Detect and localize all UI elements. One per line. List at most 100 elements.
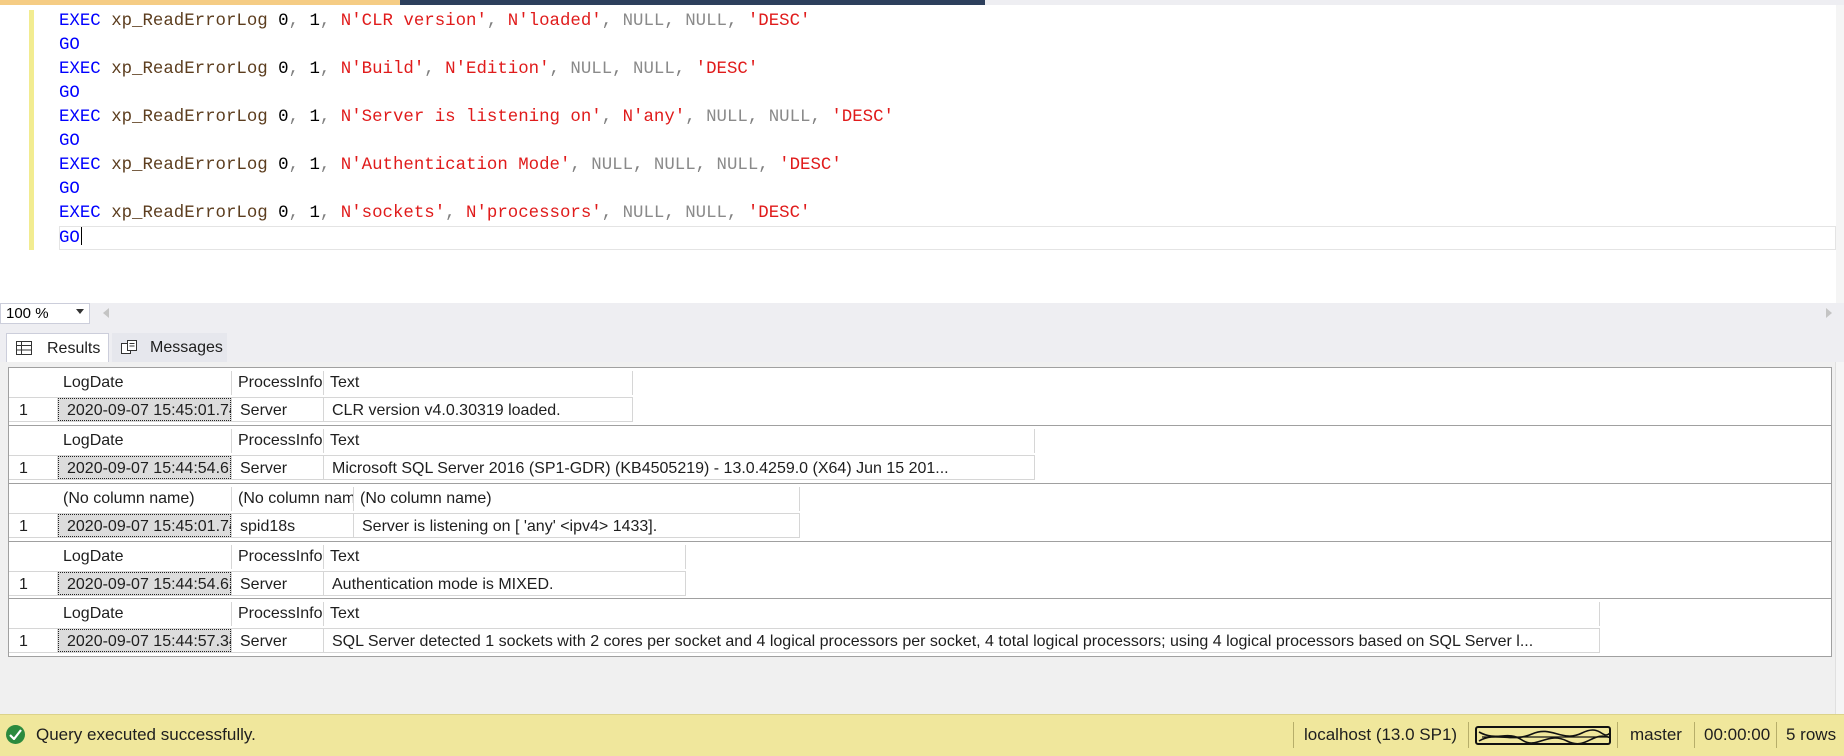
status-message: Query executed successfully.: [36, 725, 256, 744]
code-line[interactable]: EXEC xp_ReadErrorLog 0, 1, N'Build', N'E…: [59, 58, 1836, 82]
code-token: ,: [664, 12, 686, 31]
column-header[interactable]: Text: [324, 371, 633, 395]
editor-zoom-bar: 100 %: [0, 303, 1844, 324]
column-header[interactable]: ProcessInfo: [232, 371, 324, 395]
code-line[interactable]: EXEC xp_ReadErrorLog 0, 1, N'Server is l…: [59, 106, 1836, 130]
column-header[interactable]: Text: [324, 545, 686, 569]
grid-cell[interactable]: 2020-09-07 15:44:54.620: [57, 571, 232, 596]
column-header[interactable]: ProcessInfo: [232, 602, 324, 626]
grid-cell[interactable]: Server is listening on [ 'any' <ipv4> 14…: [354, 513, 800, 538]
scroll-left-icon[interactable]: [103, 308, 109, 318]
chevron-down-icon[interactable]: [76, 309, 84, 314]
grid-cell[interactable]: spid18s: [232, 513, 354, 538]
code-token: ,: [319, 156, 341, 175]
code-token: ,: [319, 108, 341, 127]
code-token: xp_ReadErrorLog: [111, 12, 268, 31]
grid-cell[interactable]: Server: [232, 571, 324, 596]
code-token: N'Edition': [445, 60, 550, 79]
code-token: N'processors': [466, 204, 602, 223]
code-token: ,: [674, 60, 696, 79]
code-token: 0: [267, 108, 289, 127]
code-token: ,: [664, 204, 686, 223]
grid-cell[interactable]: Authentication mode is MIXED.: [324, 571, 686, 596]
scroll-right-icon[interactable]: [1826, 308, 1832, 318]
code-token: ,: [424, 60, 446, 79]
zoom-select[interactable]: 100 %: [0, 303, 90, 324]
code-token: ,: [612, 60, 634, 79]
column-header[interactable]: LogDate: [57, 371, 232, 395]
code-token: ,: [601, 108, 623, 127]
column-header[interactable]: Text: [324, 602, 1600, 626]
code-token: ,: [319, 60, 341, 79]
row-number[interactable]: 1: [9, 397, 57, 422]
grid-cell[interactable]: 2020-09-07 15:45:01.740: [57, 513, 232, 538]
column-header[interactable]: (No column name): [354, 487, 800, 511]
grid-cell[interactable]: CLR version v4.0.30319 loaded.: [324, 397, 633, 422]
code-line[interactable]: EXEC xp_ReadErrorLog 0, 1, N'sockets', N…: [59, 202, 1836, 226]
grid-cell[interactable]: 2020-09-07 15:44:54.610: [57, 455, 232, 480]
grid-cell[interactable]: Server: [232, 397, 324, 422]
code-line[interactable]: GO: [59, 34, 1836, 58]
status-bar: Query executed successfully. localhost (…: [0, 714, 1844, 756]
column-header[interactable]: (No column name): [232, 487, 354, 511]
code-token: NULL: [768, 108, 811, 127]
grid-cell[interactable]: Microsoft SQL Server 2016 (SP1-GDR) (KB4…: [324, 455, 1035, 480]
grid-cell[interactable]: 2020-09-07 15:44:57.340: [57, 628, 232, 653]
status-server: localhost (13.0 SP1): [1304, 725, 1458, 744]
code-line[interactable]: EXEC xp_ReadErrorLog 0, 1, N'CLR version…: [59, 10, 1836, 34]
column-header[interactable]: LogDate: [57, 429, 232, 453]
column-header[interactable]: LogDate: [57, 545, 232, 569]
column-header[interactable]: ProcessInfo: [232, 429, 324, 453]
tab-results[interactable]: Results: [6, 333, 109, 362]
result-grid[interactable]: LogDate ProcessInfo Text 1 2020-09-07 15:44:…: [8, 541, 1832, 600]
grid-cell[interactable]: Server: [232, 628, 324, 653]
row-number[interactable]: 1: [9, 628, 57, 653]
column-header[interactable]: LogDate: [57, 602, 232, 626]
row-number[interactable]: 1: [9, 513, 57, 538]
code-area[interactable]: EXEC xp_ReadErrorLog 0, 1, N'CLR version…: [59, 10, 1836, 250]
result-grid[interactable]: (No column name)(No column name)(No colu…: [8, 483, 1832, 542]
row-number[interactable]: 1: [9, 455, 57, 480]
column-header[interactable]: (No column name): [57, 487, 232, 511]
pane-splitter[interactable]: [0, 324, 1844, 332]
code-token: EXEC: [59, 156, 101, 175]
code-token: 'DESC': [779, 156, 842, 175]
column-header[interactable]: Text: [324, 429, 1035, 453]
result-grid[interactable]: LogDate ProcessInfo Text 1 2020-09-07 15:44:…: [8, 598, 1832, 657]
code-token: 1: [309, 108, 320, 127]
grid-cell[interactable]: Server: [232, 455, 324, 480]
code-token: 0: [267, 60, 289, 79]
results-vertical-scrollbar[interactable]: [1835, 362, 1844, 714]
result-grid[interactable]: LogDate ProcessInfo Text 1 2020-09-07 15:44:…: [8, 425, 1832, 484]
result-grid[interactable]: LogDate ProcessInfo Text 1 2020-09-07 15:45:…: [8, 367, 1832, 426]
editor-margin: [0, 5, 26, 303]
code-line[interactable]: GO: [59, 226, 1836, 250]
code-line[interactable]: GO: [59, 178, 1836, 202]
code-token: xp_ReadErrorLog: [111, 60, 268, 79]
code-token: ,: [601, 204, 623, 223]
code-token: N'sockets': [340, 204, 446, 223]
zoom-value: 100 %: [6, 305, 49, 322]
editor-vertical-scrollbar[interactable]: [1836, 5, 1844, 303]
code-token: GO: [59, 132, 80, 151]
code-line[interactable]: GO: [59, 82, 1836, 106]
grid-cell[interactable]: SQL Server detected 1 sockets with 2 cor…: [324, 628, 1600, 653]
row-number[interactable]: 1: [9, 571, 57, 596]
code-token: 0: [267, 12, 289, 31]
status-separator: [1694, 722, 1695, 748]
code-token: ,: [758, 156, 780, 175]
column-header[interactable]: ProcessInfo: [232, 545, 324, 569]
code-token: N'Build': [340, 60, 425, 79]
tab-messages[interactable]: Messages: [112, 333, 227, 362]
code-token: EXEC: [59, 12, 101, 31]
code-token: NULL: [570, 60, 613, 79]
code-line[interactable]: EXEC xp_ReadErrorLog 0, 1, N'Authenticat…: [59, 154, 1836, 178]
grid-cell[interactable]: 2020-09-07 15:45:01.740: [57, 397, 232, 422]
code-token: ,: [685, 108, 707, 127]
code-token: NULL: [716, 156, 759, 175]
query-editor[interactable]: EXEC xp_ReadErrorLog 0, 1, N'CLR version…: [0, 5, 1844, 303]
code-line[interactable]: GO: [59, 130, 1836, 154]
